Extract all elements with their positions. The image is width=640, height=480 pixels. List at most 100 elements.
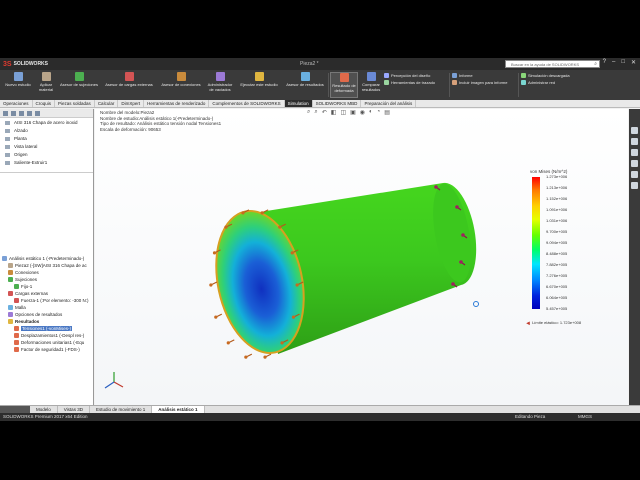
list-item[interactable]: AISI 316 Chapa de acero inoxid: [0, 119, 93, 127]
tab-calcular[interactable]: Calcular: [95, 100, 119, 107]
tree-item[interactable]: Fijo-1: [0, 283, 93, 290]
tree-item[interactable]: Malla: [0, 304, 93, 311]
tab-render-tools[interactable]: Herramientas de renderizado: [144, 100, 210, 107]
compare-results-button[interactable]: Comparar resultados: [359, 72, 383, 92]
tab-analysis-prep[interactable]: Preparación del análisis: [361, 100, 417, 107]
include-image-button[interactable]: Incluir imagen para informe: [452, 80, 507, 85]
list-item[interactable]: Alzado: [0, 127, 93, 135]
results-icon: [300, 72, 310, 81]
tree-item[interactable]: Opciones de resultados: [0, 311, 93, 318]
tab-addins[interactable]: Complementos de SOLIDWORKS: [209, 100, 285, 107]
list-item[interactable]: Saliente-Extruir1: [0, 159, 93, 167]
help-search-input[interactable]: Buscar en la ayuda de SOLIDWORKS ⌕: [505, 60, 600, 68]
ribbon-separator: [449, 73, 450, 97]
list-item[interactable]: Vista lateral: [0, 143, 93, 151]
feature-tree-icon[interactable]: [3, 111, 8, 116]
shell-manager-button[interactable]: Administrador de vaciados: [205, 72, 235, 92]
design-insight-label: Percepción del diseño: [391, 73, 431, 78]
tab-croquis[interactable]: Croquis: [33, 100, 56, 107]
window-controls: ? – □ ✕: [603, 59, 636, 66]
bottom-tabs: Modelo Vistas 3D Estudio de movimiento 1…: [0, 405, 640, 413]
legend-value: 7.276e+005: [546, 273, 568, 278]
close-button[interactable]: ✕: [631, 59, 636, 66]
file-explorer-icon[interactable]: [631, 149, 638, 156]
legend-value: 8.488e+005: [546, 251, 568, 256]
tree-item-label: Sujeciones: [15, 277, 38, 282]
tab-motion-study[interactable]: Estudio de movimiento 1: [90, 406, 153, 413]
report-label: Informe: [459, 73, 473, 78]
network-icon: [521, 80, 526, 85]
tree-item-label: Opciones de resultados: [15, 312, 63, 317]
tab-static-analysis[interactable]: Análisis estático 1: [152, 406, 205, 413]
fixtures-advisor-button[interactable]: Asesor de sujeciones: [57, 72, 101, 87]
design-library-icon[interactable]: [631, 138, 638, 145]
legend-value: 5.457e+005: [546, 306, 568, 311]
solidworks-resources-icon[interactable]: [631, 127, 638, 134]
report-button[interactable]: Informe: [452, 73, 473, 78]
external-loads-advisor-button[interactable]: Asesor de cargas externas: [101, 72, 157, 87]
tab-piezas-soldadas[interactable]: Piezas soldadas: [55, 100, 95, 107]
apply-material-label: Aplicar material: [38, 82, 54, 92]
tree-item[interactable]: Sujeciones: [0, 276, 93, 283]
property-manager-icon[interactable]: [11, 111, 16, 116]
tab-navigation-arrows[interactable]: [0, 406, 30, 413]
tree-item[interactable]: Fuerza-1 (:Por elemento: -300 N:): [0, 297, 93, 304]
app-version-text: SOLIDWORKS Premium 2017 x64 Edition: [3, 414, 88, 419]
tree-item[interactable]: Cargas externas: [0, 290, 93, 297]
apply-material-button[interactable]: Aplicar material: [35, 72, 57, 92]
legend-value: 9.700e+005: [546, 229, 568, 234]
minimize-button[interactable]: –: [612, 59, 615, 66]
tab-simulation[interactable]: Simulation: [284, 100, 313, 107]
solidworks-logo[interactable]: 3S SOLIDWORKS: [3, 60, 48, 68]
fixture-icon: [74, 72, 84, 81]
deformed-result-button[interactable]: Resultado de deformada: [330, 72, 358, 98]
configuration-icon[interactable]: [19, 111, 24, 116]
dimxpert-icon[interactable]: [27, 111, 32, 116]
help-icon[interactable]: ?: [603, 59, 606, 66]
display-manager-icon[interactable]: [35, 111, 40, 116]
tree-item[interactable]: Pieza2 (-[SW]AISI 316 Chapa de ac: [0, 262, 93, 269]
stress-plot-model[interactable]: [95, 109, 628, 405]
tab-dimxpert[interactable]: DimXpert: [118, 100, 145, 107]
material-icon: [41, 72, 51, 81]
view-palette-icon[interactable]: [631, 160, 638, 167]
tree-item-label: Factor de seguridad1 (-FDS-): [21, 347, 80, 352]
connections-advisor-button[interactable]: Asesor de conexiones: [157, 72, 205, 87]
tree-node-icon: [8, 270, 13, 275]
new-study-button[interactable]: Nuevo estudio: [2, 72, 34, 87]
tree-item[interactable]: Análisis estático 1 (-Predeterminado-): [0, 255, 93, 262]
list-item[interactable]: Origen: [0, 151, 93, 159]
graphics-area[interactable]: Nombre del modelo:Pieza2 Nombre de estud…: [95, 109, 628, 405]
run-study-button[interactable]: Ejecutar este estudio: [236, 72, 282, 87]
tree-item[interactable]: Deformaciones unitarias1 (-Equ: [0, 339, 93, 346]
run-study-label: Ejecutar este estudio: [240, 82, 278, 87]
tree-item-label: Fuerza-1 (:Por elemento: -300 N:): [21, 298, 89, 303]
offloaded-simulation-button[interactable]: Simulación descargada: [521, 73, 570, 78]
list-item[interactable]: Planta: [0, 135, 93, 143]
tree-item[interactable]: Tensiones1 (-vonMises-): [0, 325, 93, 332]
manage-network-button[interactable]: Administrar red: [521, 80, 555, 85]
tree-item[interactable]: Conexiones: [0, 269, 93, 276]
tab-operaciones[interactable]: Operaciones: [0, 100, 33, 107]
list-item-label: Origen: [14, 152, 28, 157]
appearances-icon[interactable]: [631, 171, 638, 178]
shell-icon: [215, 72, 225, 81]
tree-item-label: Cargas externas: [15, 291, 49, 296]
report-icon: [452, 73, 457, 78]
unit-system-button[interactable]: MMGS: [578, 413, 592, 421]
tab-3d-views[interactable]: Vistas 3D: [58, 406, 90, 413]
maximize-button[interactable]: □: [621, 59, 625, 66]
tree-item[interactable]: Factor de seguridad1 (-FDS-): [0, 346, 93, 353]
tab-mbd[interactable]: SOLIDWORKS MBD: [313, 100, 362, 107]
design-insight-button[interactable]: Percepción del diseño: [384, 73, 430, 78]
external-loads-advisor-label: Asesor de cargas externas: [105, 82, 153, 87]
custom-properties-icon[interactable]: [631, 182, 638, 189]
results-advisor-button[interactable]: Asesor de resultados: [283, 72, 327, 87]
tree-item[interactable]: Desplazamientos1 (-Despl res-): [0, 332, 93, 339]
tab-model[interactable]: Modelo: [30, 406, 58, 413]
simulation-study-tree: Análisis estático 1 (-Predeterminado-) Pi…: [0, 255, 93, 353]
plot-tools-button[interactable]: Herramientas de trazado: [384, 80, 435, 85]
search-icon[interactable]: ⌕: [594, 61, 597, 68]
tree-item[interactable]: Resultados: [0, 318, 93, 325]
connections-advisor-label: Asesor de conexiones: [161, 82, 201, 87]
